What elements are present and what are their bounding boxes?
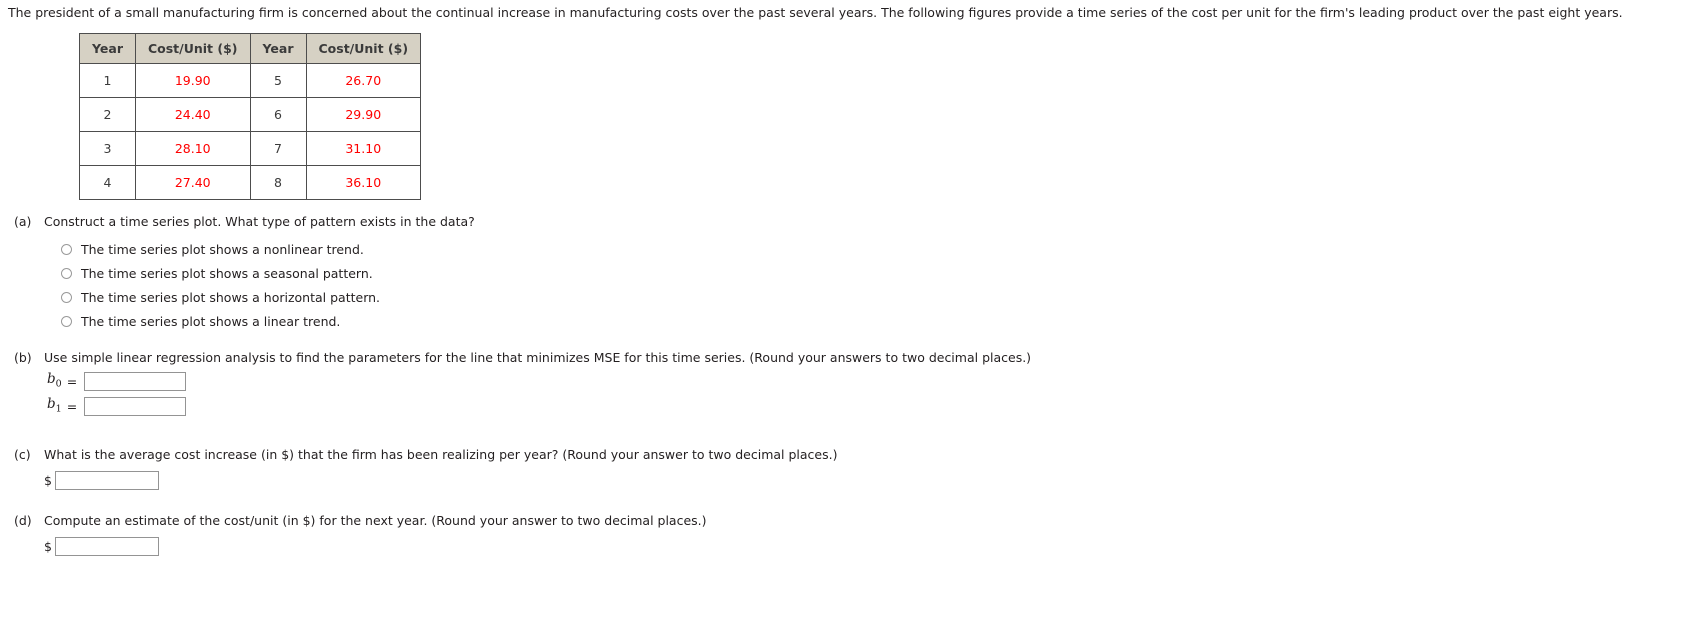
column-header-year-2: Year [249,33,307,64]
cell-year: 7 [249,131,307,166]
table-row: 4 27.40 8 36.10 [79,165,422,200]
equals-sign-b0: = [66,374,78,389]
radio-option-seasonal-pattern[interactable]: The time series plot shows a seasonal pa… [61,261,475,285]
column-header-cost-1: Cost/Unit ($) [134,33,251,64]
variable-label-b0: b0 [47,370,62,390]
part-label-d: (d) [14,513,32,528]
data-table-container: Year Cost/Unit ($) Year Cost/Unit ($) 1 … [79,33,422,200]
cell-cost: 31.10 [305,131,422,166]
question-c-prompt: (c) What is the average cost increase (i… [14,446,837,463]
currency-symbol-d: $ [44,539,52,554]
table-row: 3 28.10 7 31.10 [79,131,422,166]
table-body: 1 19.90 5 26.70 2 24.40 6 29.90 3 28.10 … [79,63,422,200]
radio-option-label: The time series plot shows a horizontal … [81,289,381,305]
input-b1[interactable] [84,397,187,416]
question-part-c: (c) What is the average cost increase (i… [14,446,837,491]
answer-row-d: $ [44,536,707,557]
radio-option-horizontal-pattern[interactable]: The time series plot shows a horizontal … [61,285,475,309]
column-header-cost-2: Cost/Unit ($) [305,33,422,64]
cell-cost: 27.40 [134,165,251,200]
equals-sign-b1: = [66,399,78,414]
question-part-a: (a) Construct a time series plot. What t… [14,213,475,333]
cell-cost: 36.10 [305,165,422,200]
radio-option-linear-trend[interactable]: The time series plot shows a linear tren… [61,309,475,333]
cell-year: 2 [79,97,136,132]
input-average-cost-increase[interactable] [54,471,159,490]
table-header-row: Year Cost/Unit ($) Year Cost/Unit ($) [79,33,422,64]
cell-year: 8 [249,165,307,200]
question-c-text: What is the average cost increase (in $)… [44,447,838,462]
cost-per-unit-table: Year Cost/Unit ($) Year Cost/Unit ($) 1 … [79,33,422,200]
answer-row-c: $ [44,470,837,491]
table-row: 2 24.40 6 29.90 [79,97,422,132]
column-header-year-1: Year [79,33,136,64]
cell-year: 6 [249,97,307,132]
cell-year: 5 [249,63,307,98]
cell-cost: 26.70 [305,63,422,98]
radio-option-label: The time series plot shows a linear tren… [81,313,341,329]
question-d-text: Compute an estimate of the cost/unit (in… [44,513,707,528]
radio-button-icon[interactable] [61,243,72,255]
answer-row-b1: b1 = [47,396,1031,417]
radio-button-icon[interactable] [61,291,72,303]
part-label-c: (c) [14,447,31,462]
radio-button-icon[interactable] [61,315,72,327]
question-b-text: Use simple linear regression analysis to… [44,350,1032,365]
problem-statement: The president of a small manufacturing f… [8,5,1623,20]
part-label-a: (a) [14,214,32,229]
cell-cost: 24.40 [134,97,251,132]
radio-option-nonlinear-trend[interactable]: The time series plot shows a nonlinear t… [61,237,475,261]
cell-year: 3 [79,131,136,166]
radio-button-icon[interactable] [61,267,72,279]
input-b0[interactable] [84,372,187,391]
radio-group-pattern-type: The time series plot shows a nonlinear t… [61,237,475,333]
question-part-d: (d) Compute an estimate of the cost/unit… [14,512,707,557]
input-next-year-estimate[interactable] [54,537,159,556]
question-a-text: Construct a time series plot. What type … [44,214,475,229]
question-d-prompt: (d) Compute an estimate of the cost/unit… [14,512,707,529]
table-row: 1 19.90 5 26.70 [79,63,422,98]
radio-option-label: The time series plot shows a seasonal pa… [81,265,373,281]
cell-cost: 19.90 [134,63,251,98]
part-label-b: (b) [14,350,32,365]
currency-symbol-c: $ [44,473,52,488]
question-a-prompt: (a) Construct a time series plot. What t… [14,213,475,230]
answer-row-b0: b0 = [47,371,1031,392]
cell-cost: 28.10 [134,131,251,166]
cell-cost: 29.90 [305,97,422,132]
question-part-b: (b) Use simple linear regression analysi… [14,349,1031,417]
radio-option-label: The time series plot shows a nonlinear t… [81,241,364,257]
question-b-prompt: (b) Use simple linear regression analysi… [14,349,1031,366]
cell-year: 4 [79,165,136,200]
variable-label-b1: b1 [47,395,62,415]
cell-year: 1 [79,63,136,98]
table-header: Year Cost/Unit ($) Year Cost/Unit ($) [79,33,422,64]
